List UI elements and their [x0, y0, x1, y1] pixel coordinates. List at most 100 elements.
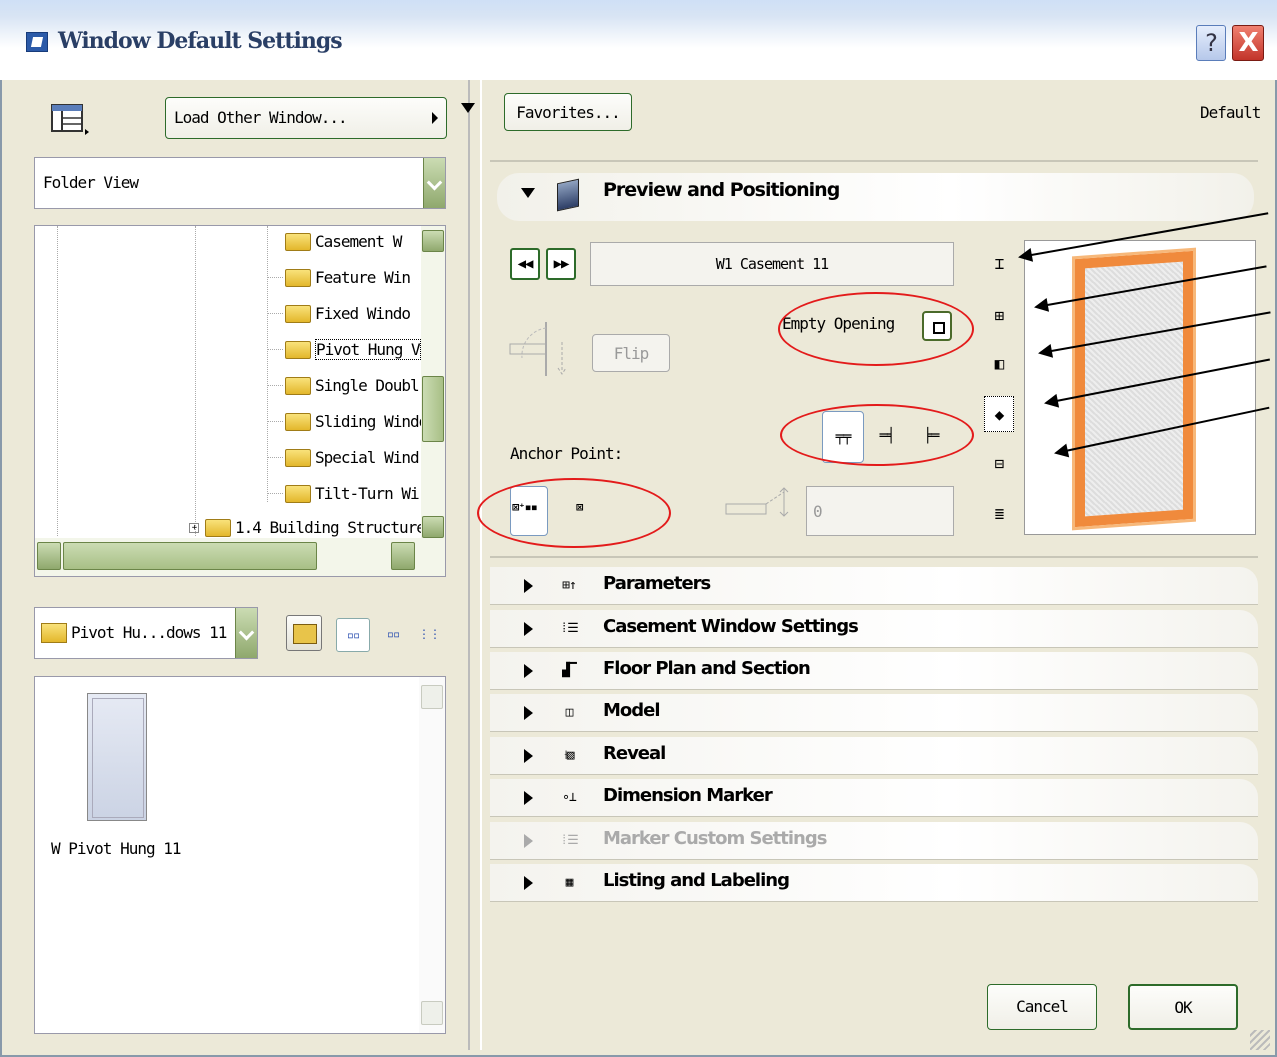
cancel-label: Cancel — [1016, 997, 1069, 1016]
section-listing-and-labeling[interactable]: ▦ Listing and Labeling — [490, 864, 1258, 902]
preview-window — [1024, 240, 1256, 535]
folder-icon — [285, 304, 311, 323]
tree-guide-line — [267, 493, 283, 494]
expand-triangle-icon[interactable] — [524, 791, 533, 805]
tree-item[interactable]: Casement W — [285, 231, 402, 261]
section-model[interactable]: ◫ Model — [490, 694, 1258, 732]
chevron-down-icon[interactable] — [423, 158, 445, 208]
chevron-down-icon[interactable] — [235, 608, 257, 658]
reveal-icon: ⟊▧ — [564, 748, 574, 763]
section-icon[interactable]: ⊟ — [984, 450, 1014, 478]
expand-triangle-icon[interactable] — [524, 579, 533, 593]
large-icons-view-icon[interactable]: ▫▫ — [336, 618, 370, 652]
window-3d-preview — [1072, 247, 1196, 531]
tree-guide-line — [267, 349, 283, 350]
folder-icon — [205, 518, 231, 537]
next-item-button[interactable]: ▶▶ — [546, 248, 576, 280]
side-view-icon[interactable]: ◧ — [984, 350, 1014, 378]
tree-guide-line — [195, 226, 196, 536]
small-icons-view-icon[interactable]: ▫▫ — [376, 618, 410, 652]
section-preview-and-positioning[interactable]: Preview and Positioning — [497, 173, 1254, 221]
3d-view-icon[interactable]: ◆ — [984, 396, 1014, 432]
collapse-triangle-icon[interactable] — [521, 188, 535, 198]
model-icon: ◫ — [565, 705, 574, 720]
list-view-icon[interactable]: ⋮⋮ — [412, 618, 446, 652]
plan-icon[interactable]: ⊞ — [984, 302, 1014, 330]
settings-icon: ⁞☰ — [560, 621, 578, 636]
previous-item-button[interactable]: ◀◀ — [510, 248, 540, 280]
section-label: Floor Plan and Section — [603, 658, 811, 679]
section-floor-plan-and-section[interactable]: ▟▔ Floor Plan and Section — [490, 652, 1258, 690]
section-casement-window-settings[interactable]: ⁞☰ Casement Window Settings — [490, 610, 1258, 648]
help-button[interactable]: ? — [1196, 25, 1226, 61]
folder-icon — [285, 412, 311, 431]
library-tree[interactable]: Casement W Feature Win Fixed Windo Pivot… — [34, 225, 446, 577]
scroll-up-button[interactable] — [422, 230, 444, 252]
title-bar[interactable]: Window Default Settings ? X — [0, 0, 1277, 80]
section-title: Preview and Positioning — [603, 179, 840, 201]
cancel-button[interactable]: Cancel — [987, 984, 1097, 1030]
annotation-oval — [477, 478, 671, 548]
scroll-down-button[interactable] — [422, 516, 444, 538]
ok-button[interactable]: OK — [1128, 984, 1238, 1030]
scroll-thumb[interactable] — [63, 542, 317, 570]
tree-item-selected[interactable]: Pivot Hung V — [285, 339, 421, 369]
favorites-button[interactable]: Favorites... — [504, 93, 632, 131]
expand-triangle-icon[interactable] — [524, 706, 533, 720]
options-dropdown-icon[interactable] — [461, 103, 475, 113]
section-reveal[interactable]: ⟊▧ Reveal — [490, 737, 1258, 775]
scroll-right-button[interactable] — [391, 542, 415, 570]
scroll-thumb[interactable] — [422, 376, 444, 442]
dimension-marker-icon: ∘⟂ — [562, 790, 577, 805]
window-thumbnail[interactable] — [87, 693, 147, 821]
tree-item[interactable]: Feature Win — [285, 267, 411, 297]
library-item-list[interactable]: W Pivot Hung 11 — [34, 676, 446, 1034]
expand-icon[interactable]: + — [189, 522, 199, 533]
scroll-up-button[interactable] — [421, 685, 443, 709]
tree-item[interactable]: Special Wind — [285, 447, 420, 477]
scroll-left-button[interactable] — [37, 542, 61, 570]
expand-triangle-icon[interactable] — [524, 749, 533, 763]
current-folder-select[interactable]: Pivot Hu...dows 11 — [34, 607, 258, 659]
tree-item[interactable]: Fixed Windo — [285, 303, 411, 333]
parameters-icon: ⊞↑ — [562, 578, 577, 593]
list-vertical-scrollbar[interactable] — [419, 677, 445, 1033]
section-label: Model — [603, 700, 661, 721]
view-mode-value: Folder View — [43, 173, 139, 192]
parent-folder-button[interactable] — [286, 615, 322, 651]
offset-field[interactable]: 0 — [806, 486, 954, 536]
close-button[interactable]: X — [1232, 25, 1264, 61]
folder-icon — [285, 340, 311, 359]
item-name-value: W1 Casement 11 — [715, 255, 829, 273]
section-dimension-marker[interactable]: ∘⟂ Dimension Marker — [490, 779, 1258, 817]
tree-item-label: Fixed Windo — [315, 304, 411, 323]
tree-guide-line — [267, 421, 283, 422]
tree-item[interactable]: Tilt-Turn Wir — [285, 483, 428, 513]
flip-button[interactable]: Flip — [592, 334, 670, 372]
tree-guide-line — [267, 277, 283, 278]
tree-item-label: Special Wind — [315, 448, 420, 467]
list-icon[interactable]: ≣ — [984, 500, 1014, 528]
tree-item[interactable]: Single Doubl — [285, 375, 420, 405]
expand-triangle-icon[interactable] — [524, 876, 533, 890]
resize-grip[interactable] — [1250, 1030, 1270, 1050]
item-name-field[interactable]: W1 Casement 11 — [590, 242, 954, 286]
current-folder-value: Pivot Hu...dows 11 — [71, 623, 227, 642]
tree-guide-line — [267, 313, 283, 314]
view-mode-select[interactable]: Folder View — [34, 157, 446, 209]
tree-item-label: Single Doubl — [315, 376, 420, 395]
tree-item[interactable]: Sliding Windo — [285, 411, 428, 441]
load-other-window-button[interactable]: Load Other Window... — [165, 97, 447, 139]
library-browser-icon[interactable] — [50, 103, 90, 135]
panel-divider-highlight — [480, 80, 482, 1050]
tree-horizontal-scrollbar[interactable] — [35, 538, 445, 576]
scroll-down-button[interactable] — [421, 1001, 443, 1025]
expand-triangle-icon[interactable] — [524, 664, 533, 678]
section-parameters[interactable]: ⊞↑ Parameters — [490, 567, 1258, 605]
tree-vertical-scrollbar[interactable] — [421, 226, 445, 538]
panel-divider — [468, 80, 470, 1050]
offset-icon — [725, 487, 789, 517]
expand-triangle-icon[interactable] — [524, 622, 533, 636]
elevation-icon[interactable]: ⌶ — [984, 250, 1014, 278]
divider — [490, 556, 1258, 558]
